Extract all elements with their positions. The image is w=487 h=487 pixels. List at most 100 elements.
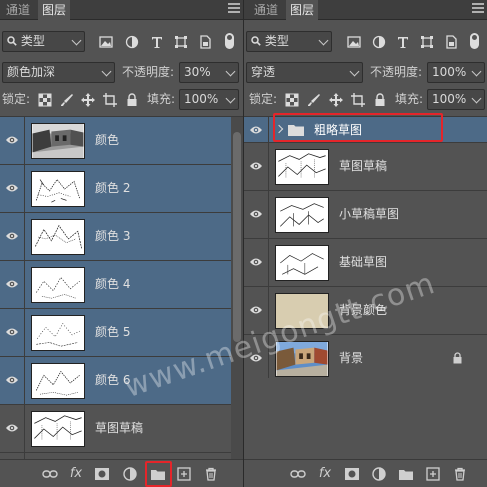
panel-menu-icon[interactable] (228, 3, 240, 15)
layer-row[interactable]: 草图草稿 (0, 405, 243, 453)
layer-row[interactable]: 颜色 5 (0, 309, 243, 357)
lock-artboard-icon[interactable] (351, 93, 365, 107)
layer-thumbnail (31, 219, 85, 255)
layer-row[interactable]: 背景 (244, 335, 487, 378)
adjustment-filter-icon[interactable] (372, 35, 386, 49)
layer-name: 颜色 3 (95, 229, 131, 243)
lock-row: 锁定: 填充: 100% (0, 89, 243, 115)
visibility-eye-icon[interactable] (249, 352, 263, 364)
visibility-eye-icon[interactable] (249, 124, 263, 136)
filter-toggle[interactable] (470, 33, 479, 49)
adjustment-icon[interactable] (122, 467, 138, 481)
lock-transparency-icon[interactable] (38, 93, 52, 107)
visibility-eye-icon[interactable] (249, 160, 263, 172)
lock-transparency-icon[interactable] (285, 93, 299, 107)
filter-row: 类型 (0, 31, 243, 57)
visibility-eye-icon[interactable] (249, 304, 263, 316)
layer-name: 颜色 6 (95, 373, 131, 387)
expand-chevron-icon[interactable] (274, 124, 284, 134)
lock-pixels-icon[interactable] (307, 93, 321, 107)
lock-all-icon[interactable] (373, 93, 387, 107)
visibility-eye-icon[interactable] (5, 134, 19, 146)
lock-position-icon[interactable] (329, 93, 343, 107)
visibility-eye-icon[interactable] (5, 278, 19, 290)
trash-icon[interactable] (452, 467, 468, 481)
fill-input[interactable]: 100% (427, 89, 485, 110)
mask-icon[interactable] (94, 467, 110, 481)
visibility-eye-icon[interactable] (5, 374, 19, 386)
new-group-icon[interactable] (398, 467, 414, 481)
layer-row[interactable]: 草图草稿 (244, 143, 487, 191)
shape-filter-icon[interactable] (420, 35, 434, 49)
layer-row[interactable]: 背景颜色 (244, 287, 487, 335)
opacity-value: 30% (184, 65, 211, 79)
layer-group-row[interactable]: 粗略草图 (244, 117, 487, 143)
empty-layers-area (244, 379, 487, 459)
layer-thumbnail (31, 267, 85, 303)
search-icon (7, 33, 17, 46)
layer-row[interactable]: 基础草图 (244, 239, 487, 287)
trash-icon[interactable] (203, 467, 219, 481)
layer-thumbnail (31, 411, 85, 447)
adjustment-filter-icon[interactable] (125, 35, 139, 49)
layer-thumbnail (31, 171, 85, 207)
smart-object-filter-icon[interactable] (198, 35, 212, 49)
blend-mode-select[interactable]: 颜色加深 (2, 62, 115, 83)
visibility-eye-icon[interactable] (5, 326, 19, 338)
panel-menu-icon[interactable] (472, 3, 484, 15)
layer-row[interactable]: 小草稿草图 (244, 191, 487, 239)
opacity-input[interactable]: 100% (427, 62, 485, 83)
filter-type-select[interactable]: 类型 (2, 31, 85, 52)
visibility-eye-icon[interactable] (249, 208, 263, 220)
lock-position-icon[interactable] (81, 93, 95, 107)
layer-row[interactable]: 颜色 2 (0, 165, 243, 213)
link-icon[interactable] (290, 467, 306, 481)
visibility-eye-icon[interactable] (5, 182, 19, 194)
fill-input[interactable]: 100% (179, 89, 239, 110)
visibility-eye-icon[interactable] (5, 230, 19, 242)
blend-mode-select[interactable]: 穿透 (246, 62, 363, 83)
layer-row[interactable]: 颜色 6 (0, 357, 243, 405)
blend-mode-value: 穿透 (251, 65, 276, 79)
type-filter-icon[interactable] (396, 35, 410, 49)
new-group-icon[interactable] (150, 467, 166, 481)
visibility-eye-icon[interactable] (249, 256, 263, 268)
filter-toggle[interactable] (225, 33, 234, 49)
fx-icon[interactable]: fx (68, 467, 84, 481)
shape-filter-icon[interactable] (174, 35, 188, 49)
mask-icon[interactable] (344, 467, 360, 481)
filter-type-select[interactable]: 类型 (246, 31, 332, 52)
new-layer-icon[interactable] (176, 467, 192, 481)
fill-label: 填充: (147, 92, 176, 106)
link-icon[interactable] (42, 467, 58, 481)
layer-thumbnail (275, 149, 329, 185)
layer-name: 背景颜色 (339, 303, 388, 317)
lock-row: 锁定: 填充: 100% (244, 89, 487, 115)
layer-thumbnail (275, 245, 329, 281)
layer-name: 颜色 4 (95, 277, 131, 291)
filter-type-value: 类型 (264, 34, 289, 48)
fx-icon[interactable]: fx (317, 467, 333, 481)
layers-scrollbar-thumb[interactable] (233, 132, 241, 342)
new-layer-icon[interactable] (425, 467, 441, 481)
visibility-eye-icon[interactable] (5, 422, 19, 434)
layer-row[interactable]: 颜色 4 (0, 261, 243, 309)
layer-row[interactable]: 颜色 (0, 117, 243, 165)
tab-channels[interactable]: 通道 (250, 0, 282, 20)
tab-layers[interactable]: 图层 (286, 0, 319, 21)
pixel-filter-icon[interactable] (347, 35, 361, 49)
smart-object-filter-icon[interactable] (444, 35, 458, 49)
type-filter-icon[interactable] (150, 35, 164, 49)
lock-pixels-icon[interactable] (60, 93, 74, 107)
pixel-filter-icon[interactable] (99, 35, 113, 49)
layer-row[interactable]: 颜色 3 (0, 213, 243, 261)
fill-value: 100% (432, 92, 467, 106)
tab-layers[interactable]: 图层 (38, 0, 71, 21)
panel-tab-bar: 通道 图层 (244, 0, 487, 21)
opacity-input[interactable]: 30% (179, 62, 239, 83)
layers-list: 粗略草图 草图草稿 小草稿草图 基础草图 背景颜色 背景 (244, 116, 487, 378)
lock-all-icon[interactable] (125, 93, 139, 107)
lock-artboard-icon[interactable] (103, 93, 117, 107)
adjustment-icon[interactable] (371, 467, 387, 481)
tab-channels[interactable]: 通道 (2, 0, 34, 20)
